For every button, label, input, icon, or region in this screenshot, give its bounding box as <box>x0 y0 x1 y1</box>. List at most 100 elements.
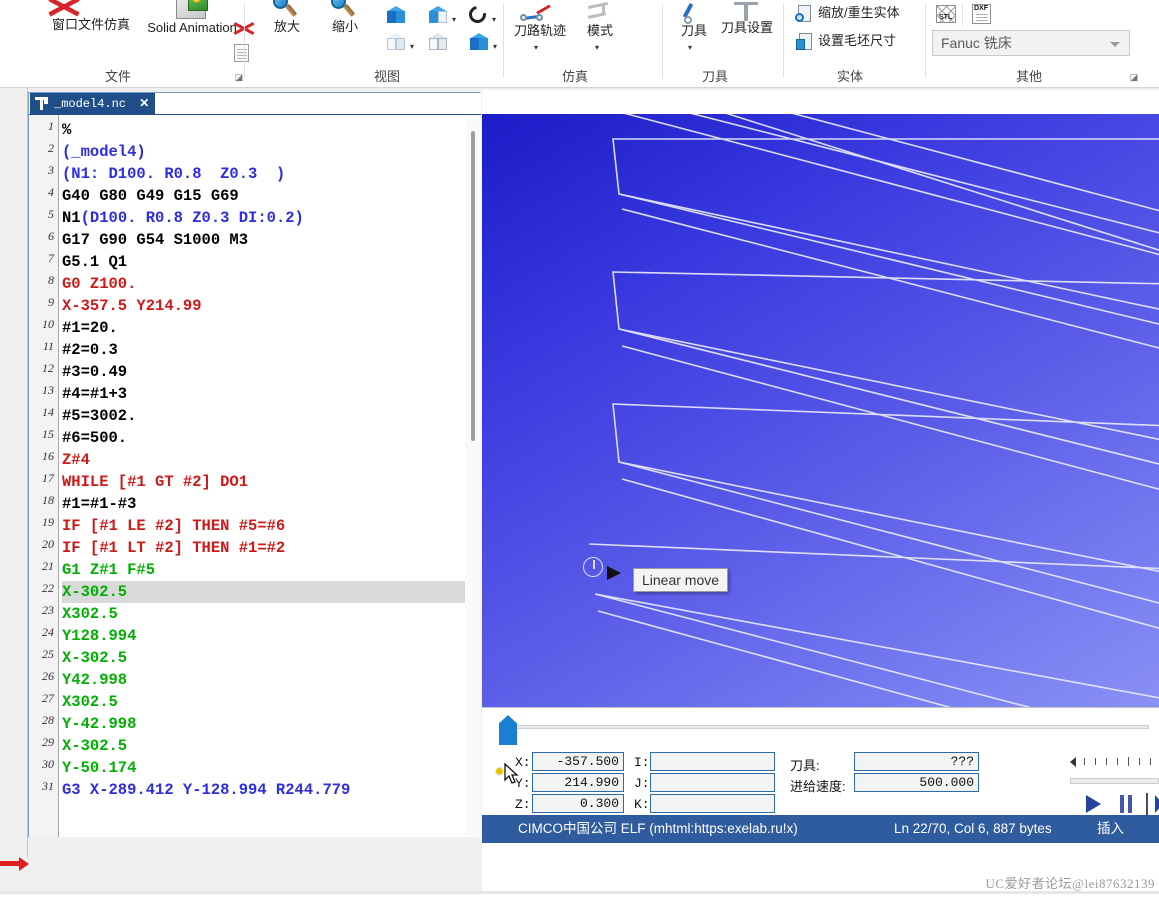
skip-end-button-icon[interactable] <box>1155 795 1159 813</box>
linear-move-tooltip: Linear move <box>633 568 729 592</box>
code-line[interactable]: Z#4 <box>62 449 90 471</box>
ribbon-item-label-set-stock[interactable]: 设置毛坯尺寸 <box>818 34 923 48</box>
code-line[interactable]: X-302.5 <box>62 735 127 757</box>
toolpath-viewport[interactable]: Linear move <box>482 114 1159 707</box>
section-cube-icon[interactable] <box>428 6 448 24</box>
code-line[interactable]: #1=20. <box>62 317 118 339</box>
code-line[interactable]: N1(D100. R0.8 Z0.3 DI:0.2) <box>62 207 304 229</box>
code-line[interactable]: X302.5 <box>62 691 118 713</box>
code-line[interactable]: #1=#1-#3 <box>62 493 136 515</box>
regen-solid-icon[interactable] <box>795 5 813 23</box>
chevron-down-icon-mode[interactable]: ▾ <box>595 44 599 52</box>
close-icon[interactable]: ✕ <box>139 97 149 111</box>
pause-button-icon[interactable] <box>1120 795 1133 813</box>
code-line[interactable]: Y-42.998 <box>62 713 136 735</box>
line-number: 11 <box>42 339 54 353</box>
field-value-x[interactable]: -357.500 <box>532 752 624 771</box>
play-button-icon[interactable] <box>1086 795 1101 813</box>
speed-slider-track[interactable] <box>1070 778 1159 784</box>
code-line[interactable]: X-302.5 <box>62 581 474 603</box>
code-line[interactable]: G17 G90 G54 S1000 M3 <box>62 229 248 251</box>
code-line[interactable]: G40 G80 G49 G15 G69 <box>62 185 239 207</box>
field-value-i[interactable] <box>650 752 775 771</box>
page-properties-icon[interactable] <box>234 44 249 62</box>
line-number: 16 <box>42 449 54 463</box>
status-bar: CIMCO中国公司 ELF (mhtml:https:exelab.ru!x) … <box>482 815 1159 843</box>
fit-cube-icon[interactable] <box>386 6 406 24</box>
machine-select[interactable]: Fanuc 铣床 <box>932 30 1130 56</box>
code-line[interactable]: G5.1 Q1 <box>62 251 127 273</box>
code-line[interactable]: (N1: D100. R0.8 Z0.3 ) <box>62 163 285 185</box>
wireframe-cube-icon[interactable] <box>428 33 448 51</box>
shade-cube-icon[interactable] <box>469 33 489 51</box>
chevron-down-icon-section[interactable]: ▾ <box>452 16 456 24</box>
progress-slider[interactable] <box>494 715 1149 745</box>
line-number: 21 <box>42 559 54 573</box>
ribbon-item-label-tool[interactable]: 刀具 <box>670 24 718 38</box>
field-value-z[interactable]: 0.300 <box>532 794 624 813</box>
window-file-sim-icon[interactable] <box>53 0 75 16</box>
code-editor[interactable]: 1 2 3 4 5 6 7 8 9 10 11 12 13 14 15 16 17 18 19 20 21 22 23 24 2… <box>29 115 481 837</box>
code-line[interactable]: X302.5 <box>62 603 118 625</box>
field-value-j[interactable] <box>650 773 775 792</box>
code-line[interactable]: Y128.994 <box>62 625 136 647</box>
field-value-y[interactable]: 214.990 <box>532 773 624 792</box>
ribbon-item-label-tool-settings[interactable]: 刀具设置 <box>714 21 780 35</box>
ribbon-item-label-solid-animation[interactable]: Solid Animation <box>146 18 238 38</box>
ribbon-launcher-other[interactable]: ◪ <box>1128 71 1140 83</box>
stl-export-icon[interactable]: STL <box>936 5 956 23</box>
chevron-down-icon-rotate[interactable]: ▾ <box>492 16 496 24</box>
code-line[interactable]: G0 Z100. <box>62 273 136 295</box>
code-line[interactable]: IF [#1 LT #2] THEN #1=#2 <box>62 537 285 559</box>
line-number: 7 <box>48 251 54 265</box>
line-number: 14 <box>42 405 54 419</box>
step-speed-ruler[interactable] <box>1070 756 1159 770</box>
progress-handle-icon[interactable] <box>499 715 517 745</box>
code-text-area[interactable]: % (_model4) (N1: D100. R0.8 Z0.3 ) G40 G80 … <box>62 115 474 837</box>
toolpath-icon[interactable] <box>520 4 552 24</box>
code-line[interactable]: IF [#1 LE #2] THEN #5=#6 <box>62 515 285 537</box>
code-line[interactable]: (_model4) <box>62 141 146 163</box>
code-line[interactable]: #6=500. <box>62 427 127 449</box>
chevron-down-icon-tool[interactable]: ▾ <box>688 44 692 52</box>
ribbon-item-label-window-file-sim[interactable]: 窗口文件仿真 <box>36 18 146 32</box>
tab-model4-nc[interactable]: _model4.nc ✕ <box>30 93 156 115</box>
code-line[interactable]: Y42.998 <box>62 669 127 691</box>
ribbon-item-label-mode[interactable]: 模式 <box>576 24 624 38</box>
iso-cube-icon[interactable] <box>386 33 406 51</box>
mode-icon[interactable] <box>586 1 612 24</box>
ribbon-item-label-toolpath[interactable]: 刀路轨迹 <box>510 24 570 38</box>
field-value-k[interactable] <box>650 794 775 813</box>
chevron-down-icon-shade[interactable]: ▾ <box>493 43 497 51</box>
field-value-feedrate[interactable]: 500.000 <box>854 773 979 792</box>
rotate-icon[interactable] <box>465 2 490 27</box>
ribbon-item-label-regen-solid[interactable]: 缩放/重生实体 <box>818 6 923 20</box>
line-number: 28 <box>42 713 54 727</box>
code-line[interactable]: #3=0.49 <box>62 361 127 383</box>
code-line[interactable]: #4=#1+3 <box>62 383 127 405</box>
ribbon-item-label-zoom-out[interactable]: 缩小 <box>320 20 370 34</box>
zoom-in-icon[interactable] <box>272 0 298 20</box>
code-line[interactable]: G1 Z#1 F#5 <box>62 559 155 581</box>
code-line[interactable]: #5=3002. <box>62 405 136 427</box>
chevron-down-icon-toolpath[interactable]: ▾ <box>534 44 538 52</box>
line-number: 17 <box>42 471 54 485</box>
code-line[interactable]: #2=0.3 <box>62 339 118 361</box>
ribbon-item-label-zoom-in[interactable]: 放大 <box>262 20 312 34</box>
line-number: 31 <box>42 779 54 793</box>
code-line[interactable]: WHILE [#1 GT #2] DO1 <box>62 471 248 493</box>
editor-scrollbar-thumb[interactable] <box>471 131 475 441</box>
chevron-down-icon-machine[interactable] <box>1110 42 1120 47</box>
chevron-down-icon-iso[interactable]: ▾ <box>410 43 414 51</box>
editor-scrollbar-track[interactable] <box>465 115 481 837</box>
set-stock-size-icon[interactable] <box>796 33 813 51</box>
zoom-out-icon[interactable] <box>330 0 356 20</box>
code-line[interactable]: Y-50.174 <box>62 757 136 779</box>
code-line[interactable]: G3 X-289.412 Y-128.994 R244.779 <box>62 779 350 801</box>
code-line[interactable]: X-302.5 <box>62 647 127 669</box>
field-value-tool[interactable]: ??? <box>854 752 979 771</box>
ribbon-separator-2 <box>503 4 504 78</box>
code-line[interactable]: X-357.5 Y214.99 <box>62 295 202 317</box>
code-line[interactable]: % <box>62 119 71 141</box>
dxf-export-icon[interactable]: DXF <box>972 4 991 24</box>
